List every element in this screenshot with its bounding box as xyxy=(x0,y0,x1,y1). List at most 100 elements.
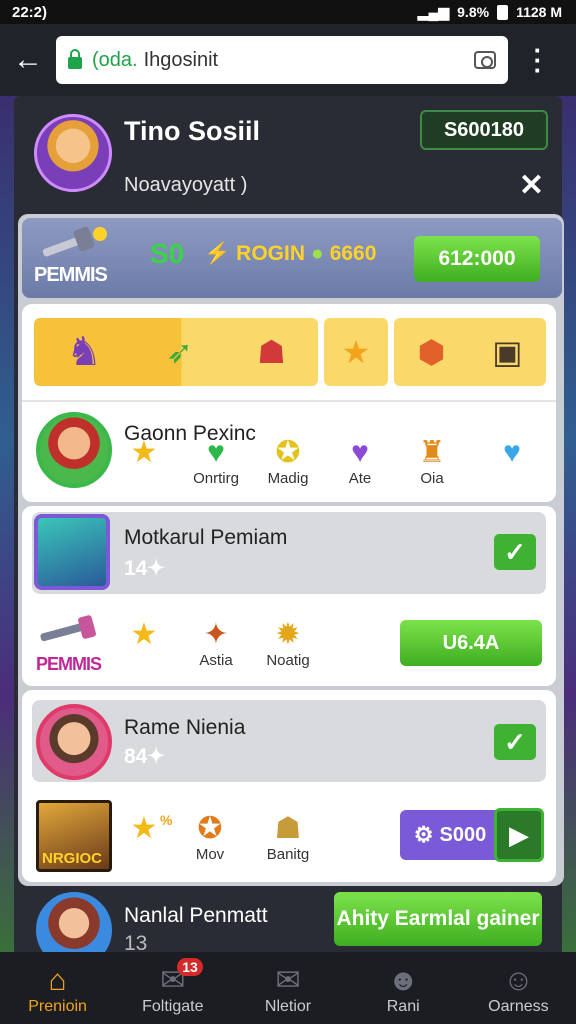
url-text: Ihgosinit xyxy=(143,48,219,71)
promo-bar-text: ROGIN xyxy=(236,242,305,265)
next-arrow-button[interactable]: ▶ xyxy=(494,808,544,862)
purchase-button[interactable]: ⚙ S000 xyxy=(400,810,500,860)
chat-icon: ✉ xyxy=(160,964,186,997)
card1-reward-2: ✪ Madig xyxy=(258,436,318,487)
tab-label: Oarness xyxy=(488,998,549,1015)
tab-rani[interactable]: ☻ Rani xyxy=(346,952,461,1024)
row-label: PEMMIS xyxy=(36,654,102,674)
reward-icon: ★ xyxy=(130,436,158,469)
arrow-icon: ➶ xyxy=(166,334,193,370)
divider xyxy=(22,400,556,402)
status-bar: 22:2) ▂▄▆ 9.8% 1128 M xyxy=(0,0,576,24)
reward-icon: ✪ xyxy=(197,812,223,845)
profile-header: Tino Sosiil Noavayoyatt ) S600180 ✕ xyxy=(30,108,560,208)
avatar[interactable] xyxy=(34,514,110,590)
card1-reward-3: ♥ Ate xyxy=(330,436,390,487)
friends-icon: ☻ xyxy=(387,964,419,997)
ninja-icon: ♞ xyxy=(66,330,102,374)
hat-icon: ☗ xyxy=(257,334,286,370)
promo-button[interactable]: 612:000 xyxy=(414,236,540,282)
promo-label: PEMMIS xyxy=(34,264,108,286)
mail-icon: ✉ xyxy=(275,964,301,997)
reward-tile-main[interactable]: ♞ ➶ ☗ xyxy=(34,318,318,386)
close-icon[interactable]: ✕ xyxy=(519,168,544,203)
lock-icon xyxy=(68,49,82,69)
tab-foltigate[interactable]: ✉ Foltigate 13 xyxy=(115,952,230,1024)
card2-reward-2: ✹ Noatig xyxy=(258,618,318,669)
reward-icon: ★ xyxy=(130,618,158,651)
profile-icon: ☺ xyxy=(503,964,534,997)
battery-percent: 9.8% xyxy=(457,4,490,20)
bolt-icon: ⚡ xyxy=(204,242,231,265)
browser-toolbar: ← (oda. Ihgosinit · · · xyxy=(0,24,576,96)
card1-reward-1: ♥ Onrtirg xyxy=(186,436,246,487)
percent-label: % xyxy=(160,812,173,828)
promo-value: S0 xyxy=(150,238,185,269)
quest-count: 84✦ xyxy=(124,745,165,768)
reward-label: Oia xyxy=(420,470,444,487)
url-prefix: (oda. xyxy=(92,48,138,71)
tab-nletior[interactable]: ✉ Nletior xyxy=(230,952,345,1024)
reward-label: Noatig xyxy=(266,652,310,669)
bottom-tab-bar: ⌂ Prenioin ✉ Foltigate 13 ✉ Nletior ☻ Rani ☺ Oarne… xyxy=(0,952,576,1024)
tab-label: Foltigate xyxy=(142,998,204,1015)
hammer-icon xyxy=(36,224,112,264)
purchase-price: S000 xyxy=(439,823,487,846)
reward-icon: ✹ xyxy=(275,618,301,651)
back-arrow-icon[interactable]: ← xyxy=(0,43,56,77)
reward-icon: ✦ xyxy=(203,618,229,651)
status-icons: ▂▄▆ 9.8% 1128 M xyxy=(418,4,562,21)
tab-oarness[interactable]: ☺ Oarness xyxy=(461,952,576,1024)
quest-count: 14✦ xyxy=(124,557,165,580)
tab-prenioin[interactable]: ⌂ Prenioin xyxy=(0,952,115,1024)
card1-reward-0: ★ xyxy=(114,436,174,470)
bottom-title: Nanlal Penmatt xyxy=(124,904,268,927)
avatar[interactable] xyxy=(36,412,112,488)
check-button[interactable]: ✓ xyxy=(494,534,536,570)
earn-button[interactable]: Ahity Earmlal gainer xyxy=(334,892,542,946)
reward-icon: ✪ xyxy=(275,436,301,469)
reward-icon: ♜ xyxy=(418,436,446,469)
avatar[interactable] xyxy=(36,704,112,780)
battery-icon xyxy=(497,4,509,20)
reward-icon: ♥ xyxy=(503,436,521,469)
reward-icon: ☗ xyxy=(274,812,302,845)
reward-tile-star[interactable]: ★ xyxy=(324,318,388,386)
promo-progress: ⚡ ROGIN ● 6660 xyxy=(204,238,376,270)
card3-reward-2: ☗ Banitg xyxy=(258,812,318,863)
check-button[interactable]: ✓ xyxy=(494,724,536,760)
reward-label: Ate xyxy=(348,470,372,487)
quest-count-value: 14 xyxy=(124,557,148,580)
row-label: NRGIOC xyxy=(42,850,102,867)
pickaxe-icon xyxy=(36,612,110,648)
url-field[interactable]: (oda. Ihgosinit xyxy=(56,36,508,84)
reward-label: Madig xyxy=(267,470,309,487)
card1-reward-4: ♜ Oia xyxy=(402,436,462,487)
profile-name: Tino Sosiil xyxy=(124,116,261,146)
profile-subtitle: Noavayoyatt ) xyxy=(124,174,248,196)
more-menu-icon[interactable]: · · · xyxy=(508,37,568,83)
avatar[interactable] xyxy=(34,114,112,192)
quest-count-value: 84 xyxy=(124,745,148,768)
coin-icon: ● xyxy=(311,242,324,265)
camera-icon[interactable] xyxy=(474,51,496,69)
gear-icon: ⚙ xyxy=(413,822,434,847)
home-icon: ⌂ xyxy=(48,964,67,997)
status-clock: 1128 M xyxy=(516,4,562,20)
reward-tiles: ♞ ➶ ☗ ★ ⬢ ▣ xyxy=(34,318,546,386)
notification-badge: 13 xyxy=(177,958,203,976)
claim-button[interactable]: U6.4A xyxy=(400,620,542,666)
promo-bar-num: 6660 xyxy=(329,242,377,265)
reward-tile-extra[interactable]: ⬢ ▣ xyxy=(394,318,546,386)
reward-label: Banitg xyxy=(266,846,310,863)
promo-banner: PEMMIS S0 ⚡ ROGIN ● 6660 612:000 xyxy=(22,218,562,298)
card3-reward-1: ✪ Mov xyxy=(180,812,240,863)
reward-label: Astia xyxy=(199,652,233,669)
tab-label: Prenioin xyxy=(28,998,87,1015)
gem-icon: ⬢ xyxy=(417,334,446,370)
status-time: 22:2) xyxy=(12,3,48,21)
tab-label: Nletior xyxy=(264,998,312,1015)
coins-button[interactable]: S600180 xyxy=(420,110,548,150)
quest-title: Motkarul Pemiam xyxy=(124,526,288,549)
card2-reward-1: ✦ Astia xyxy=(186,618,246,669)
